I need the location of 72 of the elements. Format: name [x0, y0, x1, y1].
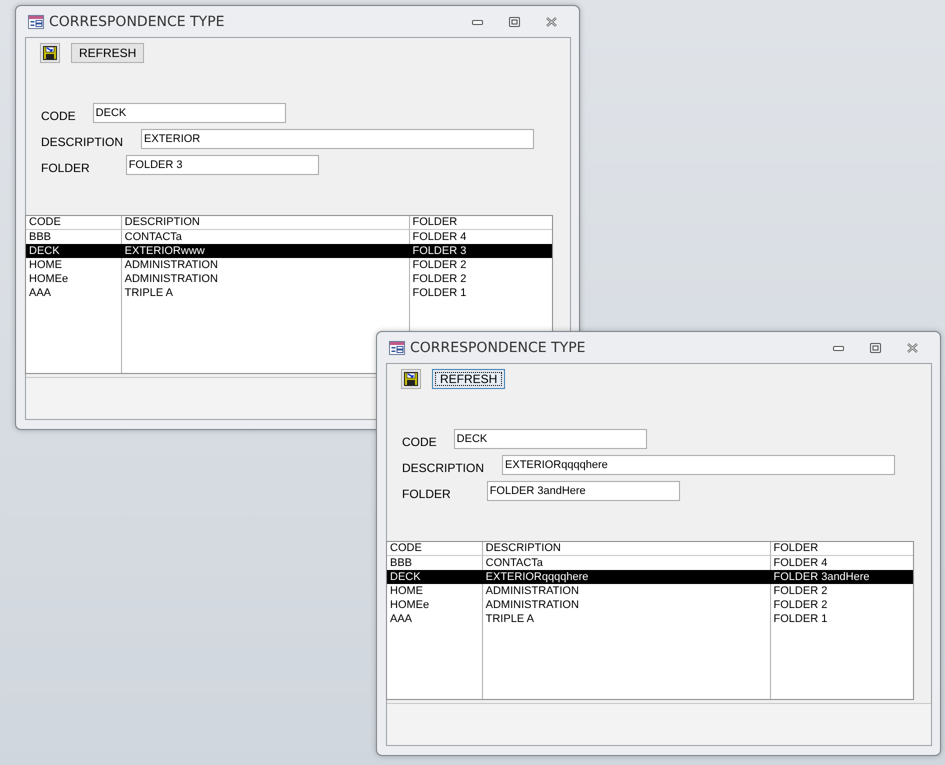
column-header: CODE [389, 542, 423, 555]
list-cell-text: FOLDER 2 [772, 584, 828, 598]
list-cell-text: AAA [28, 286, 52, 300]
input-field[interactable]: EXTERIORqqqqhere [502, 455, 896, 475]
list-cell-text: HOMEe [389, 598, 430, 612]
close-icon[interactable] [907, 342, 918, 352]
list-cell-text: DECK [389, 570, 422, 584]
list-cell-text: ADMINISTRATION [484, 598, 580, 612]
input-field[interactable]: FOLDER 3andHere [486, 481, 680, 501]
field-label: FOLDER [41, 161, 90, 175]
list-cell-text: HOME [389, 584, 424, 598]
maximize-icon[interactable] [870, 342, 881, 352]
list-row[interactable]: AAA TRIPLE A FOLDER 1 [26, 286, 552, 300]
list-cell-text: HOME [28, 258, 63, 272]
column-header: DESCRIPTION [484, 542, 562, 555]
list-cell-text: TRIPLE A [124, 286, 174, 300]
column-header: FOLDER [772, 542, 820, 555]
list-row[interactable]: HOMEe ADMINISTRATION FOLDER 2 [387, 598, 913, 612]
list-cell-text: ADMINISTRATION [484, 584, 580, 598]
list-cell-text: BBB [28, 230, 52, 244]
column-header: FOLDER [412, 216, 458, 229]
column-header: CODE [28, 216, 62, 229]
list-cell-text: FOLDER 2 [412, 258, 468, 272]
list-cell-text: FOLDER 1 [772, 612, 828, 626]
input-field[interactable]: DECK [92, 103, 286, 123]
list-cell-text: FOLDER 2 [772, 598, 828, 612]
list-row[interactable]: AAA TRIPLE A FOLDER 1 [387, 612, 913, 626]
form-icon [389, 340, 405, 354]
list-cell-text: EXTERIORwww [124, 244, 206, 258]
field-label: CODE [41, 109, 76, 123]
list-row[interactable]: BBB CONTACTa FOLDER 4 [26, 230, 552, 244]
list-cell-text: FOLDER 4 [772, 556, 828, 570]
field-label: DESCRIPTION [402, 461, 484, 475]
list-cell-text: FOLDER 2 [412, 272, 468, 286]
list-cell-text: CONTACTa [124, 230, 183, 244]
minimize-icon[interactable] [472, 18, 483, 24]
list-cell-text: ADMINISTRATION [124, 258, 219, 272]
input-field[interactable]: FOLDER 3 [126, 155, 319, 175]
list-row[interactable]: DECK EXTERIORqqqqhere FOLDER 3andHere [387, 570, 913, 584]
refresh-button[interactable]: REFRESH [71, 43, 144, 63]
maximize-icon[interactable] [509, 16, 520, 26]
save-button[interactable] [40, 43, 60, 63]
column-header: DESCRIPTION [124, 216, 201, 229]
list-cell-text: FOLDER 3 [412, 244, 468, 258]
list-cell-text: ADMINISTRATION [124, 272, 219, 286]
list-cell-text: TRIPLE A [484, 612, 535, 626]
field-label: DESCRIPTION [41, 135, 124, 149]
refresh-button[interactable]: REFRESH [432, 369, 506, 389]
list-cell-text: FOLDER 3andHere [772, 570, 871, 584]
input-field[interactable]: DECK [454, 429, 647, 449]
save-button[interactable] [401, 369, 421, 389]
list-row[interactable]: HOME ADMINISTRATION FOLDER 2 [26, 258, 552, 272]
list-cell-text: BBB [389, 556, 414, 570]
list-cell-text: HOMEe [28, 272, 70, 286]
minimize-icon[interactable] [833, 344, 844, 350]
list-cell-text: FOLDER 1 [412, 286, 468, 300]
list-cell-text: EXTERIORqqqqhere [484, 570, 590, 584]
window-title: CORRESPONDENCE TYPE [410, 340, 586, 356]
form-icon [28, 14, 44, 28]
list-row[interactable]: HOMEe ADMINISTRATION FOLDER 2 [26, 272, 552, 286]
list-cell-text: CONTACTa [484, 556, 544, 570]
list-row[interactable]: HOME ADMINISTRATION FOLDER 2 [387, 584, 913, 598]
input-field[interactable]: EXTERIOR [141, 129, 534, 149]
window-title: CORRESPONDENCE TYPE [49, 14, 224, 30]
field-label: FOLDER [402, 487, 451, 501]
list-cell-text: DECK [28, 244, 61, 258]
list-cell-text: FOLDER 4 [412, 230, 468, 244]
list-row[interactable]: DECK EXTERIORwww FOLDER 3 [26, 244, 552, 258]
list-row[interactable]: BBB CONTACTa FOLDER 4 [387, 556, 913, 570]
close-icon[interactable] [546, 16, 557, 26]
field-label: CODE [402, 435, 437, 449]
list-cell-text: AAA [389, 612, 414, 626]
